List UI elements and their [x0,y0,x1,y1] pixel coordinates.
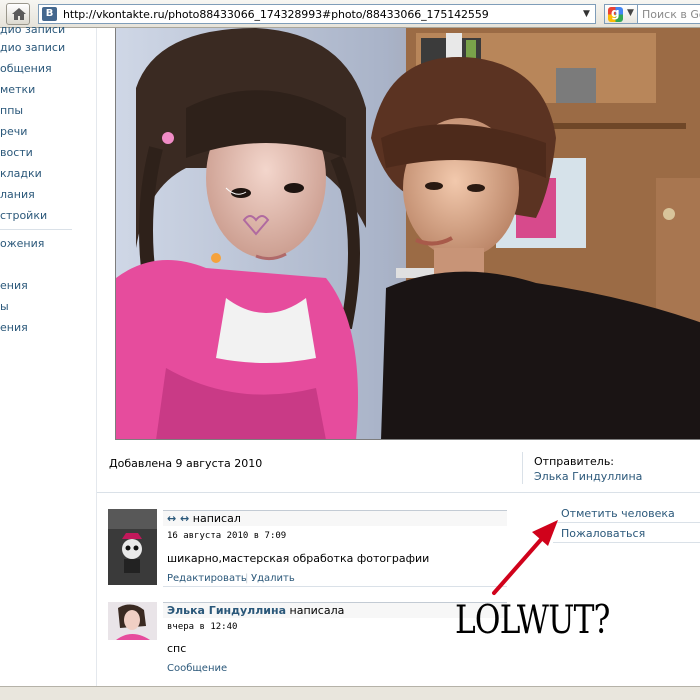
nav-item-extra-2[interactable]: ы [0,300,9,313]
nav-item-groups[interactable]: ппы [0,104,23,117]
comment-verb: написала [286,604,345,617]
url-dropdown-icon[interactable]: ▼ [583,9,593,19]
divider [163,586,507,587]
photo[interactable] [115,28,700,440]
comment-verb: написал [189,512,241,525]
comment-header: ↔ ↔ написал [163,510,507,526]
photo-added-date: Добавлена 9 августа 2010 [109,457,263,470]
nav-item-messages[interactable]: общения [0,62,52,75]
sender-label: Отправитель: [534,455,615,468]
tag-person-link[interactable]: Отметить человека [561,507,675,520]
avatar-image [108,602,157,640]
search-placeholder: Поиск в Goo [642,8,700,21]
nav-item-bookmarks[interactable]: кладки [0,167,42,180]
divider [553,542,700,543]
comment-date: 16 августа 2010 в 7:09 [167,531,287,541]
edit-comment-link[interactable]: Редактировать [167,573,247,584]
browser-toolbar: B http://vkontakte.ru/photo88433066_1743… [0,0,700,28]
nav-item-extra-1[interactable]: ения [0,279,28,292]
nav-item-news[interactable]: вости [0,146,33,159]
nav-item-apps[interactable]: ожения [0,237,44,250]
avatar-image [108,509,157,585]
nav-item-settings[interactable]: стройки [0,209,47,222]
nav-divider [0,229,72,230]
nav-item[interactable]: дио записи [0,23,65,36]
left-nav: дио записи дио записи общения метки ппы … [0,23,96,686]
avatar[interactable] [108,509,157,585]
nav-item-audio[interactable]: дио записи [0,41,65,54]
avatar[interactable] [108,602,157,640]
sender-name-link[interactable]: Элька Гиндуллина [534,470,642,483]
comment-author[interactable]: ↔ ↔ [167,512,189,525]
comment-text: шикарно,мастерская обработка фотографии [167,552,430,565]
annotation-text: LOLWUT? [455,598,610,643]
message-link[interactable]: Сообщение [167,663,227,674]
photo-image [116,28,700,439]
photo-content: Добавлена 9 августа 2010 Отправитель: Эл… [96,28,700,686]
divider [522,452,523,484]
action-separator: | [245,573,249,584]
status-bar [0,686,700,700]
comment-date: вчера в 12:40 [167,622,238,632]
address-bar[interactable]: B http://vkontakte.ru/photo88433066_1743… [38,4,596,24]
delete-comment-link[interactable]: Удалить [251,573,295,584]
page: дио записи дио записи общения метки ппы … [0,23,700,686]
browser-search-input[interactable]: Поиск в Goo [638,4,700,24]
divider [553,522,700,523]
vk-favicon-icon: B [42,7,57,21]
nav-item-notes[interactable]: метки [0,83,35,96]
home-button[interactable] [6,3,30,25]
divider [97,492,700,493]
nav-item-events[interactable]: речи [0,125,27,138]
nav-item-extra-3[interactable]: ения [0,321,28,334]
comment-author-line: Элька Гиндуллина написала [167,604,344,617]
home-icon [12,8,26,20]
comment-author-line: ↔ ↔ написал [167,512,241,525]
comment-author[interactable]: Элька Гиндуллина [167,604,286,617]
google-icon [608,6,623,22]
comment-text: спс [167,642,187,655]
nav-item-wishes[interactable]: лания [0,188,35,201]
search-engine-selector[interactable]: ▼ [604,4,638,24]
report-link[interactable]: Пожаловаться [561,527,645,540]
url-text: http://vkontakte.ru/photo88433066_174328… [63,8,489,21]
chevron-down-icon: ▼ [627,8,634,18]
